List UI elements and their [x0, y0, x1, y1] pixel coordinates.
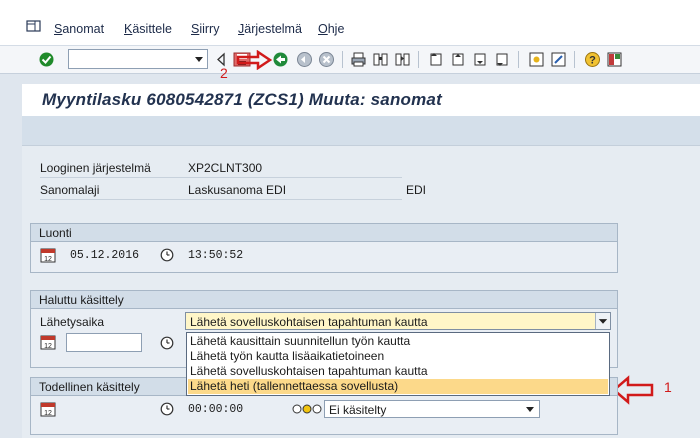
application-toolbar: [22, 116, 700, 146]
command-field[interactable]: [68, 49, 208, 69]
title-bar: Myyntilasku 6080542871 (ZCS1) Muuta: san…: [22, 84, 700, 116]
status-lights-icon: [292, 404, 322, 414]
calendar-icon: 12: [40, 335, 56, 350]
requested-processing-title: Haluttu käsittely: [39, 293, 124, 307]
toolbar-separator: [342, 51, 343, 68]
chevron-down-icon[interactable]: [523, 402, 537, 416]
creation-group: Luonti: [30, 223, 618, 273]
previous-page-icon[interactable]: [450, 51, 467, 68]
toolbar-separator: [418, 51, 419, 68]
svg-text:12: 12: [44, 410, 52, 417]
send-time-option-highlighted[interactable]: Lähetä heti (tallennettaessa sovellusta): [188, 379, 608, 394]
chevron-down-icon[interactable]: [595, 313, 610, 329]
logical-system-value: XP2CLNT300: [188, 161, 263, 175]
field-underline: [40, 177, 402, 178]
shortcut-icon[interactable]: [550, 51, 567, 68]
annotation-arrow-1-icon: [612, 375, 654, 405]
cancel-icon[interactable]: [318, 51, 335, 68]
calendar-icon: 12: [40, 402, 56, 417]
send-time-option[interactable]: Lähetä työn kautta lisäaikatietoineen: [188, 349, 608, 364]
help-icon[interactable]: ?: [584, 51, 601, 68]
clock-icon: [160, 402, 174, 416]
back-icon[interactable]: [272, 51, 289, 68]
new-session-icon[interactable]: [528, 51, 545, 68]
processing-status-dropdown[interactable]: Ei käsitelty: [324, 400, 540, 418]
svg-text:12: 12: [44, 256, 52, 263]
print-icon[interactable]: [350, 51, 367, 68]
requested-date-input[interactable]: [66, 333, 142, 352]
toolbar-separator: [518, 51, 519, 68]
calendar-icon: 12: [40, 248, 56, 263]
send-time-option[interactable]: Lähetä sovelluskohtaisen tapahtuman kaut…: [188, 364, 608, 379]
send-time-label: Lähetysaika: [40, 315, 105, 329]
layout-menu-icon[interactable]: [606, 51, 623, 68]
annotation-label-2: 2: [220, 65, 228, 81]
send-time-dropdown[interactable]: Lähetä sovelluskohtaisen tapahtuman kaut…: [185, 312, 611, 330]
send-time-options-list: Lähetä kausittain suunnitellun työn kaut…: [186, 332, 610, 396]
menu-sanomat[interactable]: Sanomat: [54, 22, 104, 36]
menu-siirry[interactable]: Siirry: [191, 22, 219, 36]
exit-icon[interactable]: [296, 51, 313, 68]
creation-group-title: Luonti: [39, 226, 72, 240]
message-type-code: EDI: [406, 183, 427, 197]
command-input[interactable]: [69, 50, 187, 68]
message-type-value: Laskusanoma EDI: [188, 183, 287, 197]
chevron-down-icon[interactable]: [191, 50, 207, 68]
creation-time: 13:50:52: [188, 249, 244, 262]
last-page-icon[interactable]: [494, 51, 511, 68]
svg-text:?: ?: [589, 55, 596, 67]
annotation-arrow-2-icon: [236, 50, 272, 70]
toolbar-separator: [574, 51, 575, 68]
menu-jarjestelma[interactable]: Järjestelmä: [238, 22, 302, 36]
field-underline: [40, 199, 402, 200]
enter-check-icon[interactable]: [38, 51, 55, 68]
actual-processing-title: Todellinen käsittely: [39, 380, 140, 394]
find-next-icon[interactable]: [394, 51, 411, 68]
annotation-label-1: 1: [664, 379, 672, 395]
creation-group-header: Luonti: [31, 224, 617, 242]
logical-system-label: Looginen järjestelmä: [40, 161, 151, 175]
system-menu-icon[interactable]: [26, 20, 41, 32]
clock-icon: [160, 248, 174, 262]
page-title: Myyntilasku 6080542871 (ZCS1) Muuta: san…: [42, 90, 442, 109]
clock-icon: [160, 336, 174, 350]
menu-ohje[interactable]: Ohje: [318, 22, 344, 36]
standard-toolbar: ?: [0, 46, 700, 74]
send-time-selected-value: Lähetä sovelluskohtaisen tapahtuman kaut…: [190, 315, 428, 329]
find-icon[interactable]: [372, 51, 389, 68]
message-type-label: Sanomalaji: [40, 183, 100, 197]
menu-bar: Sanomat Käsittele Siirry Järjestelmä Ohj…: [0, 0, 700, 46]
processing-status-value: Ei käsitelty: [329, 403, 387, 417]
next-page-icon[interactable]: [472, 51, 489, 68]
requested-processing-header: Haluttu käsittely: [31, 291, 617, 309]
actual-time: 00:00:00: [188, 403, 244, 416]
menu-kasittele[interactable]: Käsittele: [124, 22, 172, 36]
first-page-icon[interactable]: [428, 51, 445, 68]
creation-date: 05.12.2016: [70, 249, 140, 262]
svg-text:12: 12: [44, 343, 52, 350]
send-time-option[interactable]: Lähetä kausittain suunnitellun työn kaut…: [188, 334, 608, 349]
